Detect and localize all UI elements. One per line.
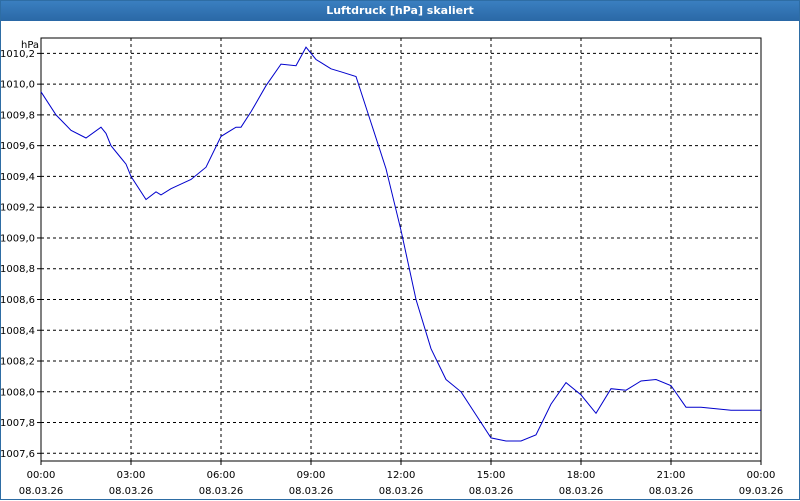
y-axis: 1007,6 1007,8 1008,0 1008,2 1008,4 1008,6 1008… [1,49,41,460]
x-axis: 00:00 08.03.26 03:00 08.03.26 06:00 08.03.26 0… [19,461,784,497]
x-tick-date-label: 08.03.26 [379,486,424,497]
chart-window: Luftdruck [hPa] skaliert 1007,6 1007,8 100… [0,0,800,500]
y-axis-unit-label: hPa [21,40,39,51]
y-tick-label: 1008,2 [1,357,35,368]
x-tick-time-label: 12:00 [387,470,416,481]
y-tick-label: 1009,8 [1,110,35,121]
y-tick-label: 1009,6 [1,141,35,152]
x-tick-time-label: 21:00 [657,470,686,481]
x-tick-date-label: 09.03.26 [739,486,784,497]
x-tick-time-label: 15:00 [477,470,506,481]
x-tick-time-label: 09:00 [297,470,326,481]
x-tick-date-label: 08.03.26 [649,486,694,497]
x-tick-date-label: 08.03.26 [559,486,604,497]
y-tick-label: 1008,0 [1,387,35,398]
pressure-chart: 1007,6 1007,8 1008,0 1008,2 1008,4 1008,6 1008… [1,37,784,497]
y-tick-label: 1008,4 [1,326,35,337]
x-tick-time-label: 06:00 [207,470,236,481]
x-tick-date-label: 08.03.26 [199,486,244,497]
x-tick-date-label: 08.03.26 [469,486,514,497]
y-tick-label: 1010,0 [1,80,35,91]
x-tick-date-label: 08.03.26 [289,486,334,497]
y-tick-label: 1007,8 [1,418,35,429]
y-tick-label: 1009,4 [1,172,35,183]
x-tick-time-label: 00:00 [27,470,56,481]
x-tick-time-label: 00:00 [747,470,776,481]
x-tick-date-label: 08.03.26 [109,486,154,497]
y-tick-label: 1008,6 [1,295,35,306]
y-tick-label: 1009,0 [1,233,35,244]
x-tick-date-label: 08.03.26 [19,486,64,497]
y-tick-label: 1007,6 [1,449,35,460]
x-tick-time-label: 18:00 [567,470,596,481]
y-tick-label: 1008,8 [1,264,35,275]
y-tick-label: 1009,2 [1,203,35,214]
grid [41,38,761,461]
x-tick-time-label: 03:00 [117,470,146,481]
